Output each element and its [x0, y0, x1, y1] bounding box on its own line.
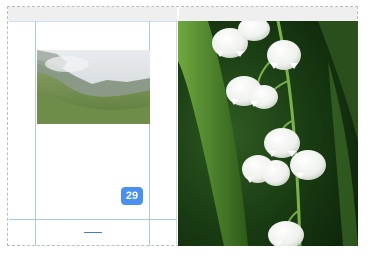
- mountain-thumbnail[interactable]: [37, 50, 150, 124]
- layout-guide-horizontal-top: [9, 21, 177, 22]
- layout-guide-horizontal-bottom: [9, 219, 177, 220]
- mountain-landscape-image: [37, 50, 150, 124]
- lily-of-the-valley-photo[interactable]: [178, 21, 358, 246]
- resize-handle[interactable]: [84, 232, 102, 233]
- count-badge: 29: [121, 187, 143, 205]
- editor-frame: 29: [7, 6, 358, 246]
- left-panel[interactable]: 29: [9, 21, 177, 246]
- flower-image: [178, 21, 358, 246]
- header-divider: [177, 7, 179, 21]
- layout-guide-vertical-left: [35, 21, 36, 246]
- panel-header-bar: [8, 7, 357, 21]
